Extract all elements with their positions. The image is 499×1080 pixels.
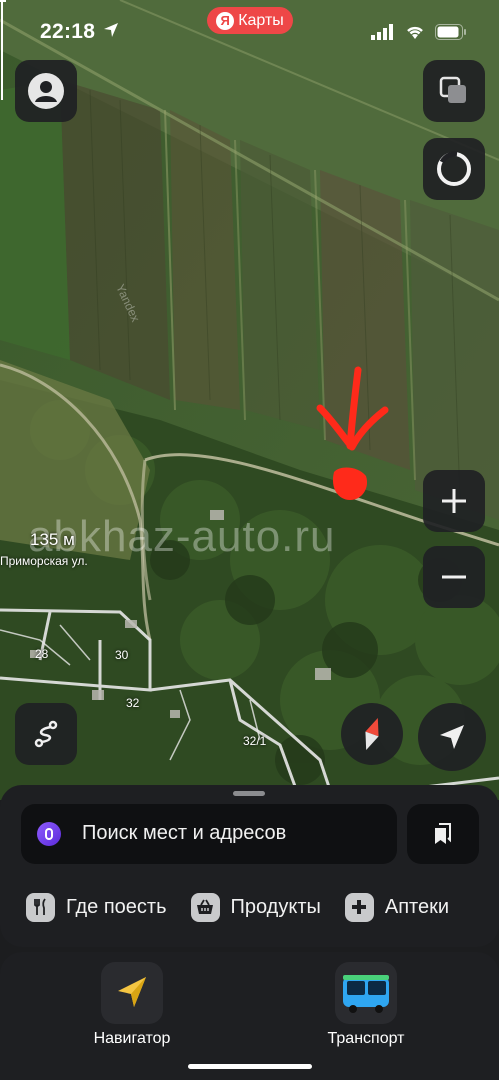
satellite-imagery bbox=[0, 0, 499, 800]
route-button[interactable] bbox=[15, 703, 77, 765]
basket-icon bbox=[190, 892, 220, 922]
home-indicator[interactable] bbox=[188, 1064, 312, 1069]
layers-button[interactable] bbox=[423, 60, 485, 122]
scale-label: 135 м bbox=[30, 530, 75, 549]
app-pill-label: Карты bbox=[238, 11, 284, 29]
zoom-controls bbox=[423, 470, 485, 608]
location-arrow-icon bbox=[440, 725, 464, 749]
compass-icon bbox=[365, 718, 379, 750]
bookmark-icon bbox=[435, 823, 451, 844]
street-label: Приморская ул. bbox=[0, 554, 88, 568]
alice-ring-icon bbox=[437, 151, 471, 186]
category-pharmacy[interactable]: Аптеки bbox=[344, 889, 450, 925]
navigator-app-button[interactable]: Навигатор bbox=[72, 962, 192, 1048]
alice-button[interactable] bbox=[423, 138, 485, 200]
navigator-arrow-icon bbox=[101, 962, 163, 1024]
category-label: Продукты bbox=[230, 895, 321, 918]
fork-knife-icon bbox=[26, 892, 55, 922]
zoom-in-button[interactable] bbox=[423, 470, 485, 532]
location-services-icon bbox=[104, 23, 118, 37]
minus-icon bbox=[442, 575, 466, 579]
category-chips: Где поесть Продукты Аптеки bbox=[26, 889, 449, 925]
wifi-icon bbox=[407, 26, 423, 39]
cellular-signal-icon bbox=[371, 24, 393, 40]
house-number: 32/1 bbox=[243, 734, 267, 748]
category-label: Где поесть bbox=[66, 895, 167, 918]
avatar-icon bbox=[28, 73, 64, 109]
house-number: 28 bbox=[35, 647, 49, 661]
app-label: Транспорт bbox=[327, 1030, 405, 1047]
alice-icon[interactable] bbox=[37, 822, 61, 846]
layers-icon bbox=[439, 76, 466, 103]
route-icon bbox=[34, 720, 58, 748]
map-view[interactable]: Yandex abkhaz-auto.ru 135 м Приморская у… bbox=[0, 0, 499, 800]
search-placeholder: Поиск мест и адресов bbox=[82, 822, 287, 844]
plus-cross-icon bbox=[344, 892, 374, 922]
status-icons bbox=[371, 24, 467, 40]
category-food[interactable]: Где поесть bbox=[26, 889, 167, 925]
bottom-sheet: Поиск мест и адресов Где поесть Продукты… bbox=[0, 785, 499, 947]
app-pill[interactable]: Я Карты bbox=[207, 7, 293, 34]
my-location-button[interactable] bbox=[418, 703, 486, 771]
bookmarks-button[interactable] bbox=[407, 804, 479, 864]
profile-button[interactable] bbox=[15, 60, 77, 122]
plus-icon bbox=[442, 489, 466, 513]
search-bar[interactable]: Поиск мест и адресов bbox=[21, 804, 397, 864]
bus-icon bbox=[335, 962, 397, 1024]
clock: 22:18 bbox=[40, 20, 96, 43]
app-dock: Навигатор Транспорт bbox=[0, 952, 499, 1080]
sheet-drag-handle[interactable] bbox=[233, 791, 265, 796]
status-bar: 22:18 Я Карты bbox=[0, 0, 499, 66]
compass-button[interactable] bbox=[341, 703, 403, 765]
transport-app-button[interactable]: Транспорт bbox=[306, 962, 426, 1048]
zoom-out-button[interactable] bbox=[423, 546, 485, 608]
yandex-logo-icon: Я bbox=[216, 11, 235, 30]
category-label: Аптеки bbox=[384, 895, 450, 918]
house-number: 30 bbox=[115, 648, 129, 662]
house-number: 32 bbox=[126, 696, 140, 710]
app-label: Навигатор bbox=[93, 1030, 171, 1047]
category-groceries[interactable]: Продукты bbox=[190, 889, 321, 925]
battery-icon bbox=[435, 24, 466, 40]
